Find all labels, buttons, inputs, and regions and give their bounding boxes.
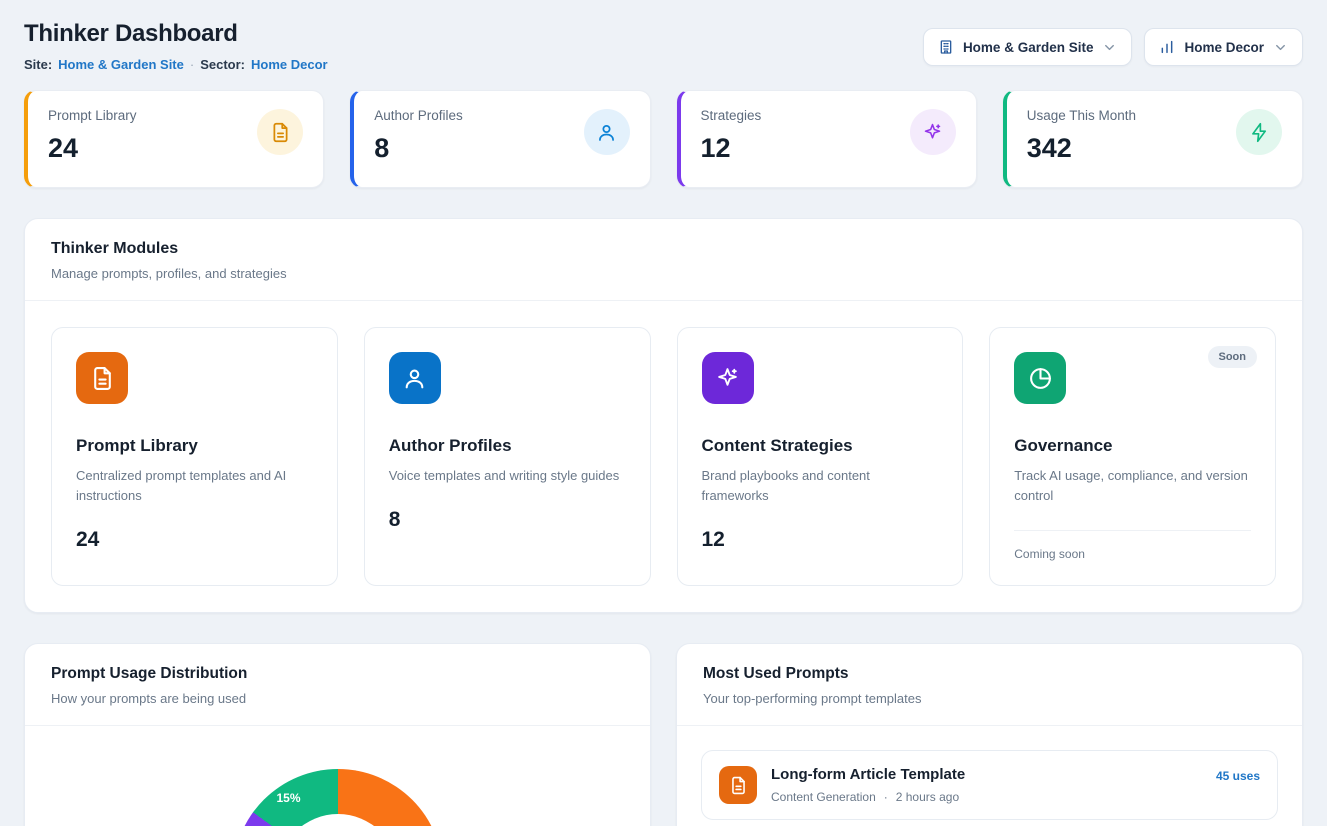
module-card-prompt-library[interactable]: Prompt Library Centralized prompt templa… <box>51 327 338 586</box>
modules-header: Thinker Modules Manage prompts, profiles… <box>25 219 1302 301</box>
usage-distribution-panel: Prompt Usage Distribution How your promp… <box>24 643 651 826</box>
thinker-modules-panel: Thinker Modules Manage prompts, profiles… <box>24 218 1303 613</box>
breadcrumb: Site: Home & Garden Site · Sector: Home … <box>24 57 328 72</box>
document-icon <box>257 109 303 155</box>
stat-card-prompt-library: Prompt Library 24 <box>24 90 324 188</box>
prompt-item-meta: Content Generation · 2 hours ago <box>771 790 1202 804</box>
topbar-buttons: Home & Garden Site Home Decor <box>923 28 1303 66</box>
most-used-prompts-panel: Most Used Prompts Your top-performing pr… <box>676 643 1303 826</box>
dashboard-page: Thinker Dashboard Site: Home & Garden Si… <box>0 0 1327 826</box>
module-title: Prompt Library <box>76 436 313 456</box>
stat-card-author-profiles: Author Profiles 8 <box>350 90 650 188</box>
module-count: 24 <box>76 528 313 552</box>
module-description: Voice templates and writing style guides <box>389 466 626 486</box>
sector-label: Sector: <box>200 57 245 72</box>
prompt-item-main: Long-form Article Template Content Gener… <box>771 766 1202 804</box>
donut-segment-label: 15% <box>277 791 301 805</box>
stat-card-strategies: Strategies 12 <box>677 90 977 188</box>
module-count: 8 <box>389 508 626 532</box>
lightning-icon <box>1236 109 1282 155</box>
meta-separator: · <box>190 57 194 72</box>
building-icon <box>938 39 954 55</box>
donut-chart: 15% <box>233 769 443 826</box>
module-title: Author Profiles <box>389 436 626 456</box>
person-icon <box>584 109 630 155</box>
header-left: Thinker Dashboard Site: Home & Garden Si… <box>24 20 328 72</box>
soon-badge: Soon <box>1208 346 1258 368</box>
stat-card-usage: Usage This Month 342 <box>1003 90 1303 188</box>
module-title: Content Strategies <box>702 436 939 456</box>
sector-selector-dropdown[interactable]: Home Decor <box>1144 28 1303 66</box>
prompt-item-title: Long-form Article Template <box>771 766 1202 783</box>
site-label: Site: <box>24 57 52 72</box>
module-card-governance[interactable]: Soon Governance Track AI usage, complian… <box>989 327 1276 586</box>
list-item-long-form-article[interactable]: Long-form Article Template Content Gener… <box>701 750 1278 820</box>
sparkle-star-icon <box>702 352 754 404</box>
topbar: Thinker Dashboard Site: Home & Garden Si… <box>24 20 1303 72</box>
site-selector-dropdown[interactable]: Home & Garden Site <box>923 28 1133 66</box>
sparkle-star-icon <box>910 109 956 155</box>
page-title: Thinker Dashboard <box>24 20 328 48</box>
prompt-item-category: Content Generation <box>771 790 876 804</box>
module-card-author-profiles[interactable]: Author Profiles Voice templates and writ… <box>364 327 651 586</box>
usage-distribution-subtitle: How your prompts are being used <box>51 691 624 706</box>
module-count: 12 <box>702 528 939 552</box>
most-used-title: Most Used Prompts <box>703 665 1276 683</box>
modules-title: Thinker Modules <box>51 240 1276 258</box>
module-title: Governance <box>1014 436 1251 456</box>
module-description: Brand playbooks and content frameworks <box>702 466 939 506</box>
prompt-list: Long-form Article Template Content Gener… <box>677 726 1302 826</box>
module-card-content-strategies[interactable]: Content Strategies Brand playbooks and c… <box>677 327 964 586</box>
prompt-item-uses-badge: 45 uses <box>1216 769 1260 783</box>
pie-chart-icon <box>1014 352 1066 404</box>
site-link[interactable]: Home & Garden Site <box>58 57 184 72</box>
sector-link[interactable]: Home Decor <box>251 57 328 72</box>
modules-grid: Prompt Library Centralized prompt templa… <box>25 301 1302 612</box>
chart-area: 15% <box>25 726 650 826</box>
stats-row: Prompt Library 24 Author Profiles 8 Stra… <box>24 90 1303 188</box>
usage-distribution-title: Prompt Usage Distribution <box>51 665 624 683</box>
site-selector-label: Home & Garden Site <box>963 40 1094 55</box>
person-icon <box>389 352 441 404</box>
document-icon <box>719 766 757 804</box>
coming-soon-text: Coming soon <box>1014 530 1251 561</box>
modules-subtitle: Manage prompts, profiles, and strategies <box>51 266 1276 281</box>
most-used-subtitle: Your top-performing prompt templates <box>703 691 1276 706</box>
chevron-down-icon <box>1102 40 1117 55</box>
chevron-down-icon <box>1273 40 1288 55</box>
sector-selector-label: Home Decor <box>1184 40 1264 55</box>
prompt-item-separator: · <box>884 790 888 804</box>
document-icon <box>76 352 128 404</box>
bar-chart-icon <box>1159 39 1175 55</box>
module-description: Centralized prompt templates and AI inst… <box>76 466 313 506</box>
bottom-row: Prompt Usage Distribution How your promp… <box>24 643 1303 826</box>
prompt-item-time: 2 hours ago <box>896 790 959 804</box>
usage-distribution-header: Prompt Usage Distribution How your promp… <box>25 644 650 726</box>
most-used-header: Most Used Prompts Your top-performing pr… <box>677 644 1302 726</box>
module-description: Track AI usage, compliance, and version … <box>1014 466 1251 506</box>
